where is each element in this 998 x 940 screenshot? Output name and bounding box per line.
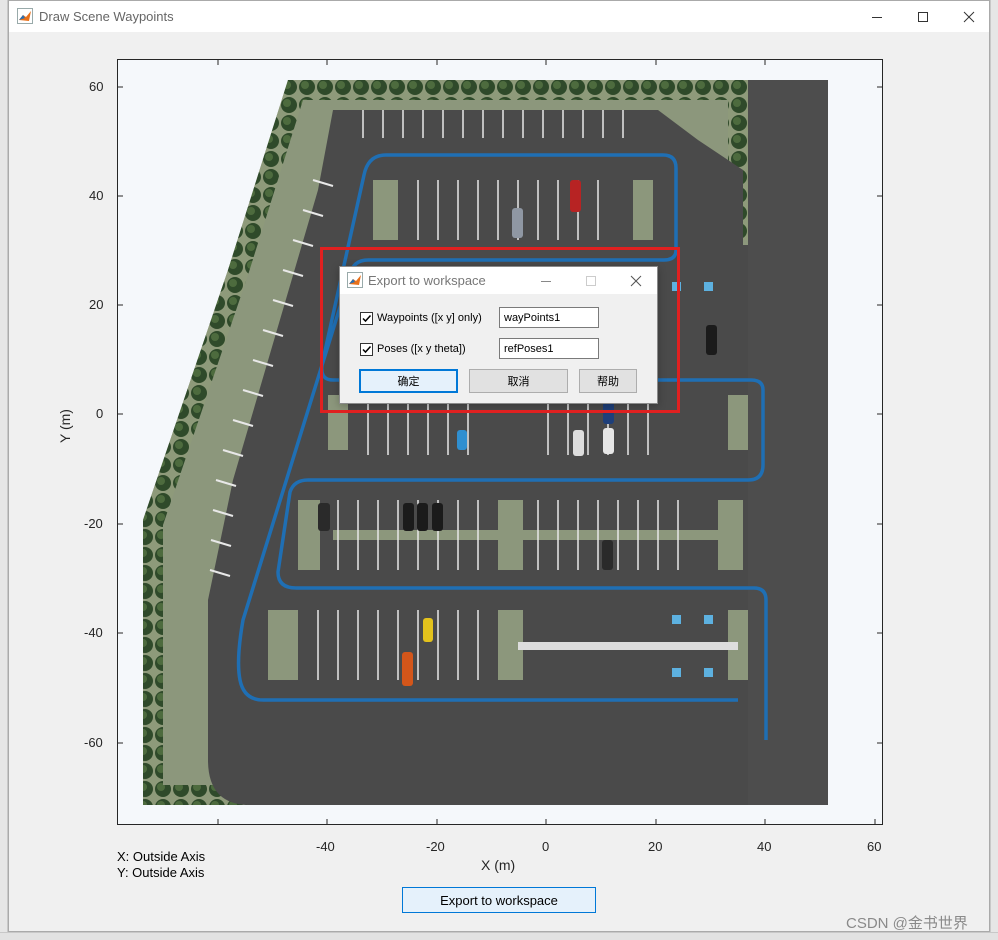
cancel-button-label: 取消 <box>507 376 530 388</box>
export-dialog: Export to workspace Waypoints ([x y] onl… <box>339 266 658 404</box>
poses-name-field[interactable] <box>499 338 599 359</box>
dialog-titlebar[interactable]: Export to workspace <box>340 267 657 294</box>
y-tick-label: 20 <box>89 297 104 312</box>
waypoints-label: Waypoints ([x y] only) <box>377 312 482 324</box>
export-to-workspace-button[interactable]: Export to workspace <box>402 887 596 913</box>
figure-window: Draw Scene Waypoints 60 40 20 0 -20 -40 … <box>8 0 990 932</box>
checkmark-icon <box>362 314 372 323</box>
x-tick-label: 40 <box>757 839 772 854</box>
x-tick-label: 20 <box>648 839 663 854</box>
matlab-icon <box>347 272 363 288</box>
checkmark-icon <box>362 345 372 354</box>
y-tick-label: 40 <box>89 188 104 203</box>
poses-checkbox[interactable] <box>360 343 373 356</box>
y-tick-label: -20 <box>84 516 103 531</box>
cancel-button[interactable]: 取消 <box>469 369 568 393</box>
waypoints-name-field[interactable] <box>499 307 599 328</box>
poses-label: Poses ([x y theta]) <box>377 343 466 355</box>
help-button[interactable]: 帮助 <box>579 369 637 393</box>
close-icon[interactable] <box>616 267 656 294</box>
y-tick-label: 60 <box>89 79 104 94</box>
y-axis-label: Y (m) <box>57 409 73 443</box>
y-tick-label: -60 <box>84 735 103 750</box>
export-button-label: Export to workspace <box>440 892 558 908</box>
axis-ticks <box>117 59 883 825</box>
y-position-readout: Y: Outside Axis <box>117 865 205 880</box>
minimize-icon[interactable] <box>526 267 566 294</box>
x-tick-label: 0 <box>542 839 550 854</box>
background-app-right <box>990 0 998 940</box>
y-tick-label: -40 <box>84 625 103 640</box>
x-axis-label: X (m) <box>481 857 516 873</box>
maximize-icon <box>571 267 611 294</box>
watermark: CSDN @金书世界 <box>846 915 968 932</box>
background-app-left <box>0 0 8 940</box>
x-tick-label: 60 <box>867 839 882 854</box>
x-position-readout: X: Outside Axis <box>117 849 206 864</box>
x-tick-label: -20 <box>426 839 445 854</box>
help-button-label: 帮助 <box>597 376 619 388</box>
ok-button-label: 确定 <box>397 376 420 388</box>
waypoints-checkbox[interactable] <box>360 312 373 325</box>
y-tick-label: 0 <box>96 406 104 421</box>
x-tick-label: -40 <box>316 839 335 854</box>
dialog-title: Export to workspace <box>368 273 486 288</box>
ok-button[interactable]: 确定 <box>359 369 458 393</box>
background-app-bottom <box>0 932 998 940</box>
